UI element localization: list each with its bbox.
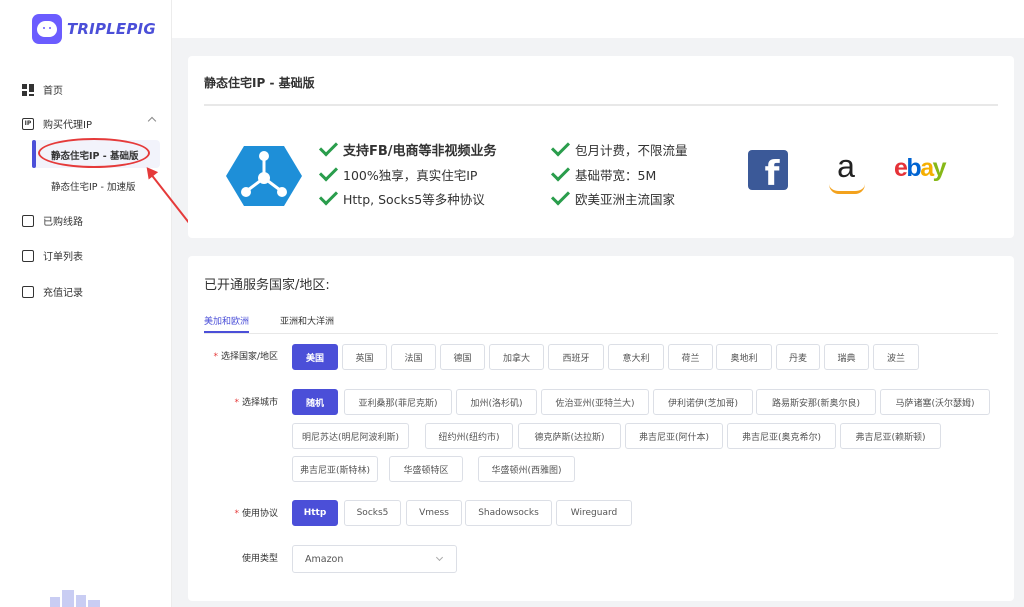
feature-item: 支持FB/电商等非视频业务 — [318, 140, 497, 159]
check-icon — [550, 142, 568, 152]
annotation-arrow-line — [148, 170, 193, 228]
nav-buy-proxy[interactable]: IP 购买代理IP — [22, 116, 92, 131]
city-option[interactable]: 德克萨斯(达拉斯) — [518, 423, 621, 449]
check-icon — [550, 167, 568, 177]
city-option[interactable]: 明尼苏达(明尼阿波利斯) — [292, 423, 409, 449]
country-option[interactable]: 丹麦 — [776, 344, 820, 370]
city-option[interactable]: 亚利桑那(菲尼克斯) — [344, 389, 452, 415]
protocol-option[interactable]: Vmess — [406, 500, 462, 526]
check-icon — [550, 191, 568, 201]
receipt-icon — [22, 285, 34, 298]
city-option[interactable]: 随机 — [292, 389, 338, 415]
usage-type-value: Amazon — [305, 554, 344, 565]
city-option[interactable]: 伊利诺伊(芝加哥) — [653, 389, 753, 415]
nav-buy-proxy-label: 购买代理IP — [43, 120, 92, 131]
facebook-logo: f — [748, 150, 788, 190]
nav-purchased-label: 已购线路 — [43, 217, 83, 228]
country-option[interactable]: 美国 — [292, 344, 338, 370]
brand-name: TRIPLEPIG — [67, 20, 156, 38]
country-option[interactable]: 法国 — [391, 344, 436, 370]
country-option[interactable]: 加拿大 — [489, 344, 544, 370]
country-option[interactable]: 德国 — [440, 344, 485, 370]
nav-recharge-label: 充值记录 — [43, 288, 83, 299]
city-label: * 选择城市 — [234, 398, 278, 408]
divider — [204, 104, 998, 106]
city-option[interactable]: 华盛顿州(西雅图) — [478, 456, 575, 482]
country-label: * 选择国家/地区 — [213, 352, 278, 362]
city-option[interactable]: 纽约州(纽约市) — [425, 423, 513, 449]
feature-item: Http, Socks5等多种协议 — [318, 189, 485, 208]
city-option[interactable]: 弗吉尼亚(阿什本) — [625, 423, 723, 449]
nav-recharge[interactable]: 充值记录 — [22, 284, 83, 299]
service-card: 已开通服务国家/地区: 美加和欧洲 亚洲和大洋洲 * 选择国家/地区 美国 英国 法国… — [188, 256, 1014, 601]
chevron-down-icon — [435, 553, 444, 562]
section-title: 已开通服务国家/地区: — [204, 278, 330, 293]
sidebar: TRIPLEPIG 首页 IP 购买代理IP 静态住宅IP - 基础版 静态住宅… — [0, 0, 193, 607]
feature-item: 基础带宽：5M — [550, 165, 656, 184]
city-option[interactable]: 马萨诸塞(沃尔瑟姆) — [880, 389, 990, 415]
tab-america-europe[interactable]: 美加和欧洲 — [204, 314, 250, 333]
city-option[interactable]: 佐治亚州(亚特兰大) — [541, 389, 649, 415]
network-hex-icon — [226, 146, 302, 206]
country-option[interactable]: 西班牙 — [548, 344, 604, 370]
chevron-up-icon[interactable] — [147, 116, 157, 126]
dashboard-icon — [22, 83, 34, 96]
tab-asia-oceania[interactable]: 亚洲和大洋洲 — [280, 314, 334, 331]
page-title: 静态住宅IP - 基础版 — [204, 76, 315, 90]
region-tabs: 美加和欧洲 亚洲和大洋洲 — [204, 314, 998, 334]
checklist-icon — [22, 249, 34, 262]
decorative-illustration — [46, 590, 106, 607]
protocol-option[interactable]: Wireguard — [556, 500, 632, 526]
usage-label: 使用类型 — [241, 554, 278, 564]
usage-type-select[interactable]: Amazon — [292, 545, 457, 573]
ip-icon: IP — [22, 117, 34, 130]
nav-home[interactable]: 首页 — [22, 82, 63, 97]
check-icon — [318, 142, 336, 152]
country-option[interactable]: 荷兰 — [668, 344, 713, 370]
city-option[interactable]: 弗吉尼亚(赖斯顿) — [840, 423, 941, 449]
city-option[interactable]: 弗吉尼亚(奥克希尔) — [727, 423, 836, 449]
check-icon — [318, 191, 336, 201]
protocol-option[interactable]: Shadowsocks — [465, 500, 552, 526]
feature-item: 100%独享，真实住宅IP — [318, 165, 477, 184]
country-option[interactable]: 瑞典 — [824, 344, 869, 370]
country-option[interactable]: 英国 — [342, 344, 387, 370]
annotation-circle — [38, 138, 150, 168]
country-option[interactable]: 奥地利 — [716, 344, 772, 370]
country-option[interactable]: 波兰 — [873, 344, 919, 370]
feature-item: 包月计费，不限流量 — [550, 140, 688, 159]
nav-orders[interactable]: 订单列表 — [22, 248, 83, 263]
nav-purchased[interactable]: 已购线路 — [22, 213, 83, 228]
sub-item-static-accelerated[interactable]: 静态住宅IP - 加速版 — [51, 179, 136, 193]
city-option[interactable]: 弗吉尼亚(斯特林) — [292, 456, 378, 482]
protocol-label: * 使用协议 — [234, 509, 278, 519]
feature-item: 欧美亚洲主流国家 — [550, 189, 675, 208]
city-option[interactable]: 华盛顿特区 — [389, 456, 463, 482]
pig-logo-icon — [32, 14, 62, 44]
country-option[interactable]: 意大利 — [608, 344, 664, 370]
ebay-logo: ebay — [894, 154, 947, 182]
active-indicator — [32, 140, 36, 168]
city-option[interactable]: 路易斯安那(新奥尔良) — [756, 389, 876, 415]
nav-orders-label: 订单列表 — [43, 252, 83, 263]
check-icon — [318, 167, 336, 177]
nav-home-label: 首页 — [43, 86, 63, 97]
city-option[interactable]: 加州(洛杉矶) — [456, 389, 537, 415]
protocol-option[interactable]: Http — [292, 500, 338, 526]
brand-logo[interactable]: TRIPLEPIG — [32, 14, 156, 44]
top-bar — [172, 0, 1024, 38]
folder-icon — [22, 214, 34, 227]
protocol-option[interactable]: Socks5 — [344, 500, 401, 526]
amazon-smile — [829, 184, 865, 194]
product-card: 静态住宅IP - 基础版 支持FB/电商等非视频业务 100%独享，真实住宅IP… — [188, 56, 1014, 238]
